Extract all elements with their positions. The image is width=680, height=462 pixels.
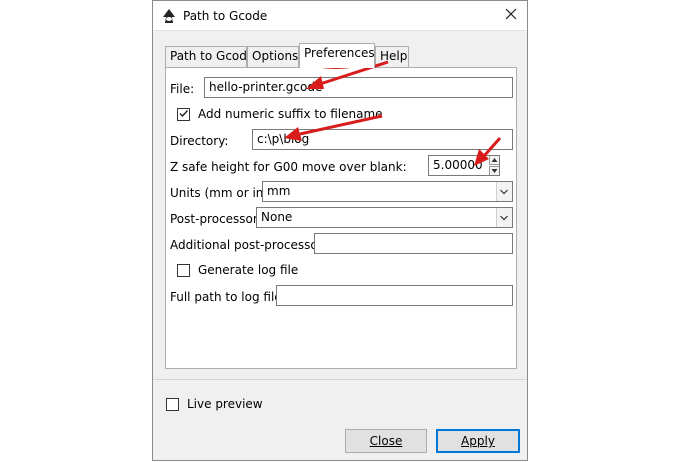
preferences-panel: File: hello-printer.gcode Add numeric su… [165, 67, 517, 369]
tab-label: Options [252, 49, 299, 63]
suffix-label: Add numeric suffix to filename [198, 107, 383, 121]
tab-options[interactable]: Options [247, 46, 299, 67]
chevron-down-icon [500, 215, 508, 221]
directory-input[interactable]: c:\p\blog [252, 129, 513, 150]
apply-button[interactable]: Apply [436, 429, 520, 453]
tab-label: Help [380, 49, 408, 63]
title-bar[interactable]: Path to Gcode [153, 1, 527, 31]
live-preview-checkbox[interactable] [166, 398, 179, 411]
generate-log-label: Generate log file [198, 263, 299, 277]
postprocessor-select[interactable]: None [256, 207, 513, 228]
close-icon[interactable] [503, 6, 519, 22]
zsafe-label: Z safe height for G00 move over blank: [170, 160, 407, 174]
zsafe-value: 5.00000 [433, 158, 483, 172]
spin-buttons [489, 156, 499, 175]
checkmark-icon [179, 110, 189, 118]
inkscape-icon [163, 9, 175, 23]
separator [153, 379, 527, 380]
arrow-down-icon [491, 169, 498, 173]
tab-label: Preferences [304, 46, 375, 60]
generate-log-checkbox[interactable] [177, 264, 190, 277]
dialog-window: Path to Gcode Path to Gcode Options Pref… [152, 0, 528, 461]
postprocessor-label: Post-processor: [170, 212, 262, 226]
units-value: mm [267, 184, 291, 198]
tab-help[interactable]: Help [375, 46, 409, 67]
log-path-input[interactable] [276, 285, 513, 306]
units-select[interactable]: mm [262, 181, 513, 202]
file-input[interactable]: hello-printer.gcode [204, 77, 513, 98]
dropdown-button[interactable] [496, 182, 512, 201]
spin-up-button[interactable] [489, 156, 499, 165]
file-label: File: [170, 82, 195, 96]
zsafe-spinbox[interactable]: 5.00000 [428, 155, 500, 176]
arrow-up-icon [491, 158, 498, 162]
chevron-down-icon [500, 189, 508, 195]
close-button[interactable]: Close [345, 429, 427, 453]
additional-postprocessor-label: Additional post-processor: [170, 238, 327, 252]
close-button-label: Close [369, 434, 403, 448]
apply-button-label: Apply [461, 434, 495, 448]
directory-label: Directory: [170, 134, 229, 148]
spin-down-button[interactable] [489, 166, 499, 175]
suffix-checkbox[interactable] [177, 108, 190, 121]
window-title: Path to Gcode [183, 9, 268, 23]
log-path-label: Full path to log file: [170, 290, 286, 304]
additional-postprocessor-input[interactable] [314, 233, 513, 254]
tab-preferences[interactable]: Preferences [299, 43, 375, 68]
postprocessor-value: None [261, 210, 293, 224]
dropdown-button[interactable] [496, 208, 512, 227]
live-preview-label: Live preview [187, 397, 263, 411]
tab-label: Path to Gcode [170, 49, 255, 63]
tab-path-to-gcode[interactable]: Path to Gcode [165, 46, 254, 67]
units-label: Units (mm or in): [170, 186, 273, 200]
